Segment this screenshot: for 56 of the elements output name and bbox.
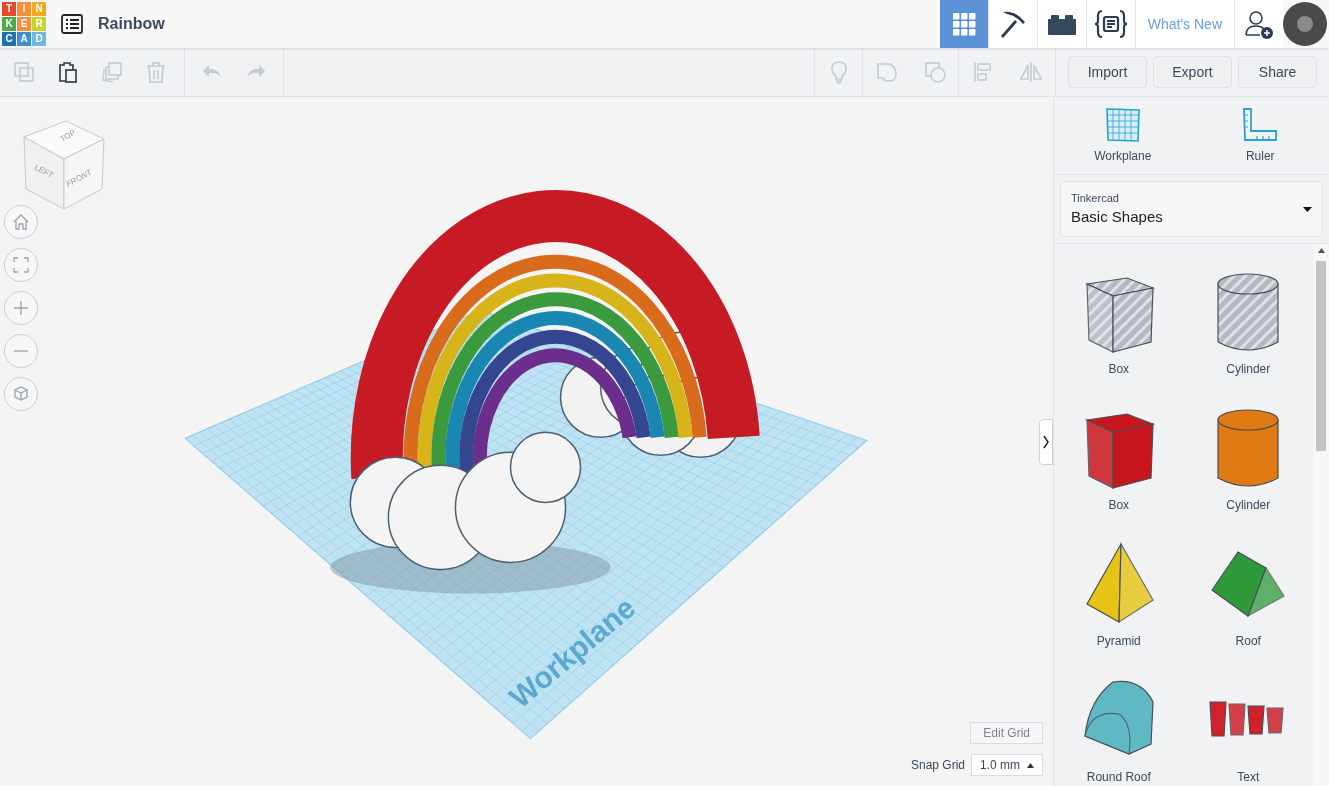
shape-item[interactable]: Pyramid	[1054, 538, 1184, 674]
merged-shape-icon	[875, 60, 899, 84]
caret-down-icon	[1303, 206, 1312, 212]
zoom-out-button[interactable]	[4, 334, 38, 368]
library-value: Basic Shapes	[1071, 207, 1163, 227]
workplane-tool-button[interactable]: Workplane	[1072, 106, 1173, 165]
add-user-button[interactable]	[1235, 0, 1283, 48]
ruler-icon	[1242, 106, 1279, 143]
logo[interactable]: T I N K E R C A D	[2, 2, 46, 46]
brick-tab[interactable]	[1037, 0, 1087, 48]
home-icon	[11, 212, 31, 232]
shape-item[interactable]: Cylinder	[1183, 402, 1313, 538]
shape-item[interactable]: Box	[1054, 402, 1184, 538]
code-tab[interactable]	[1086, 0, 1136, 48]
design-title[interactable]: Rainbow	[98, 12, 165, 36]
code-blocks-icon	[1093, 8, 1128, 40]
scrollbar-thumb[interactable]	[1316, 261, 1326, 451]
grid-plane-icon	[1104, 106, 1141, 143]
fit-button[interactable]	[4, 248, 38, 282]
shape-item[interactable]: Roof	[1183, 538, 1313, 674]
mirror-icon	[1019, 60, 1043, 84]
scrollbar[interactable]	[1313, 244, 1329, 786]
trash-icon	[144, 60, 168, 84]
shape-item[interactable]: Cylinder	[1183, 266, 1313, 402]
copy-icon	[12, 60, 36, 84]
perspective-button[interactable]	[4, 377, 38, 411]
zoom-in-icon	[11, 298, 31, 318]
snap-grid-label: Snap Grid	[910, 757, 965, 774]
ruler-tool-button[interactable]: Ruler	[1210, 106, 1311, 165]
brick-icon	[1047, 13, 1076, 35]
scroll-up-icon	[1317, 248, 1325, 253]
list-icon	[61, 14, 83, 34]
grid-icon	[951, 12, 976, 36]
action-button[interactable]: Share	[1238, 56, 1317, 88]
action-button[interactable]: Export	[1153, 56, 1232, 88]
home-button[interactable]	[4, 205, 38, 239]
action-button[interactable]: Import	[1068, 56, 1147, 88]
shape-item[interactable]: Round Roof	[1054, 674, 1184, 786]
clipboard-icon	[56, 60, 80, 84]
design-list-button[interactable]	[60, 12, 84, 36]
add-user-icon	[1243, 8, 1275, 40]
shape-item[interactable]: Box	[1054, 266, 1184, 402]
panel-collapse-button[interactable]	[1039, 419, 1053, 465]
pickaxe-tab[interactable]	[988, 0, 1038, 48]
zoom-in-button[interactable]	[4, 291, 38, 325]
edit-grid-button[interactable]: Edit Grid	[970, 722, 1043, 744]
shape-library-dropdown[interactable]: Tinkercad Basic Shapes	[1060, 181, 1323, 237]
user-avatar[interactable]	[1283, 2, 1327, 46]
snap-grid-dropdown[interactable]: 1.0 mm	[971, 754, 1043, 776]
chevron-right-icon	[1042, 434, 1050, 450]
square-circle-icon	[922, 60, 947, 84]
caret-up-icon	[1027, 762, 1034, 768]
stacked-squares-icon	[100, 60, 124, 84]
library-source-label: Tinkercad	[1071, 190, 1120, 206]
shape-item[interactable]: Text	[1183, 674, 1313, 786]
fit-view-icon	[11, 255, 31, 275]
